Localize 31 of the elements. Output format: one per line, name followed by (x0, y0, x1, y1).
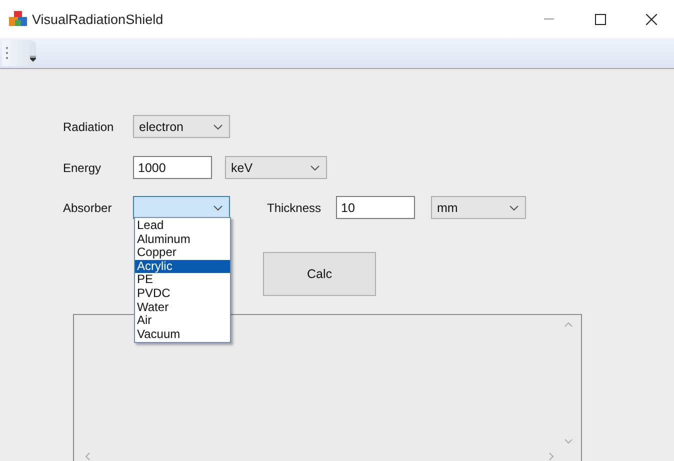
field-label: Energy (63, 160, 102, 174)
field-label: Absorber (63, 200, 113, 214)
radiation-dropdown[interactable]: electron (133, 115, 230, 138)
toolbar-overflow-button[interactable] (2, 40, 36, 66)
calc-button[interactable]: Calc (263, 252, 376, 296)
overflow-arrow-icon (30, 56, 36, 62)
thickness-unit-dropdown[interactable]: mm (431, 196, 526, 219)
thickness-input[interactable]: 10 (336, 196, 415, 219)
absorber-dropdown[interactable] (133, 196, 230, 219)
toolbar-grip-icon (5, 46, 9, 60)
dropdown-option[interactable]: Vacuum (135, 328, 230, 342)
dropdown-option[interactable]: Water (135, 300, 230, 314)
scroll-right-icon[interactable] (549, 452, 554, 461)
field-label: Radiation (63, 120, 115, 134)
window-title: VisualRadiationShield (32, 12, 164, 26)
scroll-down-icon[interactable] (564, 439, 573, 444)
energy-input[interactable]: 1000 (133, 156, 212, 179)
dropdown-option[interactable]: Aluminum (135, 232, 230, 246)
app-logo-icon (9, 11, 27, 27)
dropdown-option[interactable]: PE (135, 273, 230, 287)
energy-unit-dropdown[interactable]: keV (225, 156, 327, 179)
dropdown-option[interactable]: Air (135, 314, 230, 328)
scroll-up-icon[interactable] (564, 322, 573, 327)
dropdown-option[interactable]: Acrylic (135, 260, 230, 274)
dropdown-option[interactable]: PVDC (135, 286, 230, 301)
maximize-icon[interactable] (594, 14, 606, 24)
close-icon[interactable] (646, 14, 656, 24)
dropdown-option[interactable]: Copper (135, 246, 230, 260)
dropdown-option[interactable]: Lead (135, 219, 230, 233)
scroll-left-icon[interactable] (85, 452, 90, 461)
field-label: Thickness (267, 200, 322, 214)
